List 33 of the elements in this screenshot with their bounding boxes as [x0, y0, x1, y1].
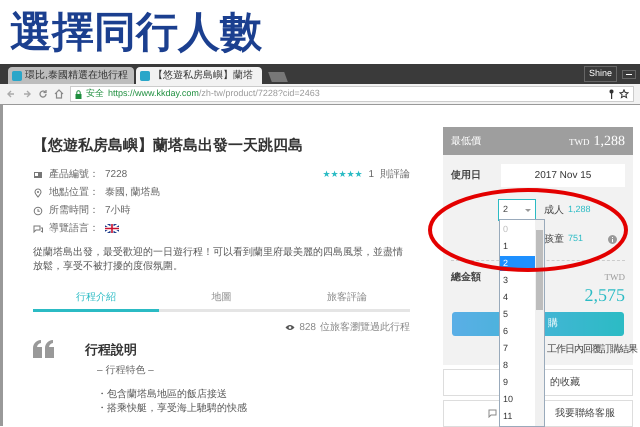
- product-title: 【悠遊私房島嶼】蘭塔島出發一天跳四島: [33, 136, 304, 156]
- star-rating: ★★★★★: [322, 168, 362, 181]
- detail-label: 導覽語言：: [49, 222, 99, 236]
- section-subtitle: – 行程特色 –: [97, 364, 155, 378]
- review-label: 則評論: [380, 168, 410, 182]
- total-label: 總金額: [451, 270, 481, 285]
- detail-label: 地點位置：: [49, 186, 99, 200]
- review-count: 1: [368, 168, 374, 182]
- product-description: 從蘭塔島出發，最受歡迎的一日遊行程！可以看到蘭里府最美麗的四島風景，並盡情放鬆，享受不被打擾的度假氛圍。: [33, 246, 404, 274]
- section-title: 行程說明: [85, 340, 138, 358]
- lowest-price: 1,288: [594, 134, 625, 148]
- ticket-label: 成人: [544, 204, 564, 218]
- total-price: 2,575: [584, 285, 625, 307]
- price-label: 最低價: [451, 134, 481, 148]
- ticket-price: 751: [568, 232, 584, 246]
- detail-label: 所需時間：: [49, 204, 99, 218]
- currency-label: TWD: [569, 136, 590, 146]
- detail-value: 7228: [105, 168, 128, 182]
- view-label: 位旅客瀏覽過此行程: [320, 320, 410, 334]
- booking-note: 工作日內回覆訂購結果: [547, 344, 637, 355]
- security-label: 安全: [86, 87, 104, 100]
- detail-label: 產品編號：: [49, 168, 99, 182]
- detail-value: 泰國, 蘭塔島: [105, 186, 161, 200]
- currency-label: TWD: [604, 270, 625, 284]
- ticket-label: 孩童: [544, 232, 564, 246]
- view-count: 828: [299, 320, 316, 334]
- banner-title: 選擇同行人數: [10, 11, 262, 53]
- ticket-price: 1,288: [568, 203, 591, 216]
- bullet-item: ・搭乘快艇，享受海上馳騁的快感: [97, 402, 247, 415]
- bullet-item: ・包含蘭塔島地區的飯店接送: [97, 388, 228, 402]
- detail-value: 7小時: [105, 204, 131, 218]
- date-label: 使用日: [451, 168, 481, 183]
- url-text: https://www.kkday.com/zh-tw/product/7228?cid=2463: [108, 87, 320, 100]
